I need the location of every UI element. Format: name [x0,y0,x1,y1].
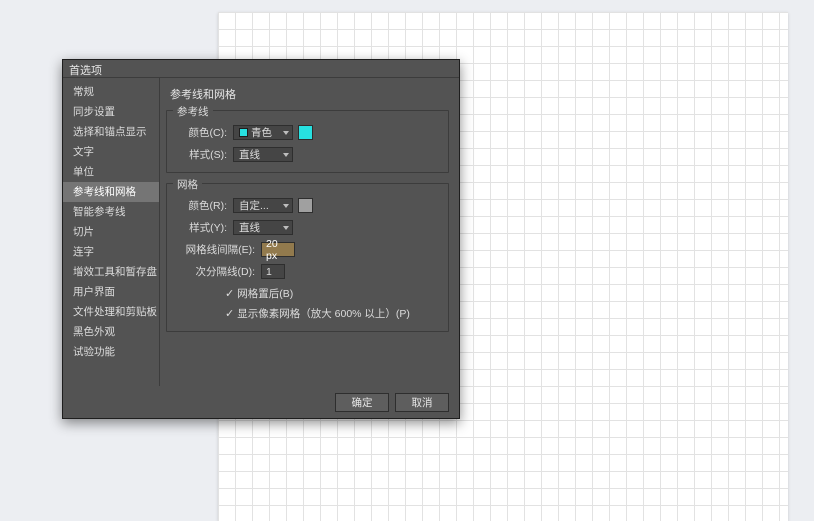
grid-fieldset: 网格 颜色(R): 自定... 样式(Y): 直线 [166,183,449,332]
guides-style-label: 样式(S): [175,147,233,162]
sidebar-item[interactable]: 文件处理和剪贴板 [63,302,159,322]
guides-color-dropdown[interactable]: 青色 [233,125,293,140]
ok-button-label: 确定 [352,395,373,410]
dialog-sidebar: 常规同步设置选择和锚点显示文字单位参考线和网格智能参考线切片连字增效工具和暂存盘… [63,78,160,386]
gridline-spacing-label: 网格线间隔(E): [175,242,261,257]
dialog-titlebar[interactable]: 首选项 [63,60,459,78]
grid-style-value: 直线 [239,220,279,235]
sidebar-item[interactable]: 增效工具和暂存盘 [63,262,159,282]
chevron-down-icon [283,131,289,135]
guides-color-swatch[interactable] [298,125,313,140]
grid-style-dropdown[interactable]: 直线 [233,220,293,235]
grids-back-label: 网格置后(B) [237,286,293,301]
sidebar-item[interactable]: 选择和锚点显示 [63,122,159,142]
sidebar-item[interactable]: 试验功能 [63,342,159,362]
dialog-title: 首选项 [69,62,102,78]
sidebar-item[interactable]: 用户界面 [63,282,159,302]
checkmark-icon: ✓ [225,287,234,300]
sidebar-item[interactable]: 常规 [63,82,159,102]
dialog-footer: 确定 取消 [63,386,459,418]
chevron-down-icon [283,226,289,230]
subdivisions-value: 1 [266,266,272,278]
guides-style-value: 直线 [239,147,279,162]
subdivisions-input[interactable]: 1 [261,264,285,279]
grid-style-label: 样式(Y): [175,220,233,235]
guides-style-dropdown[interactable]: 直线 [233,147,293,162]
cancel-button[interactable]: 取消 [395,393,449,412]
sidebar-item[interactable]: 文字 [63,142,159,162]
checkmark-icon: ✓ [225,307,234,320]
chevron-down-icon [283,153,289,157]
sidebar-item[interactable]: 切片 [63,222,159,242]
gridline-spacing-input[interactable]: 20 px [261,242,295,257]
preferences-dialog: 首选项 常规同步设置选择和锚点显示文字单位参考线和网格智能参考线切片连字增效工具… [62,59,460,419]
grid-color-swatch[interactable] [298,198,313,213]
show-pixel-grid-checkbox[interactable]: ✓ 显示像素网格（放大 600% 以上）(P) [175,306,440,321]
sidebar-item[interactable]: 同步设置 [63,102,159,122]
guides-color-value: 青色 [251,125,279,140]
sidebar-item[interactable]: 黑色外观 [63,322,159,342]
cyan-swatch-icon [239,128,248,137]
dialog-main: 参考线和网格 参考线 颜色(C): 青色 样式(S): 直线 [160,78,459,386]
ok-button[interactable]: 确定 [335,393,389,412]
show-pixel-grid-label: 显示像素网格（放大 600% 以上）(P) [237,306,410,321]
grids-back-checkbox[interactable]: ✓ 网格置后(B) [175,286,440,301]
guides-color-label: 颜色(C): [175,125,233,140]
subdivisions-label: 次分隔线(D): [175,264,261,279]
cancel-button-label: 取消 [412,395,433,410]
grid-color-dropdown[interactable]: 自定... [233,198,293,213]
grid-legend: 网格 [173,177,202,192]
sidebar-item[interactable]: 参考线和网格 [63,182,159,202]
grid-color-value: 自定... [239,198,279,213]
sidebar-item[interactable]: 连字 [63,242,159,262]
chevron-down-icon [283,204,289,208]
sidebar-item[interactable]: 单位 [63,162,159,182]
guides-fieldset: 参考线 颜色(C): 青色 样式(S): 直线 [166,110,449,173]
grid-color-label: 颜色(R): [175,198,233,213]
gridline-spacing-value: 20 px [266,238,290,262]
guides-legend: 参考线 [173,104,213,119]
sidebar-item[interactable]: 智能参考线 [63,202,159,222]
